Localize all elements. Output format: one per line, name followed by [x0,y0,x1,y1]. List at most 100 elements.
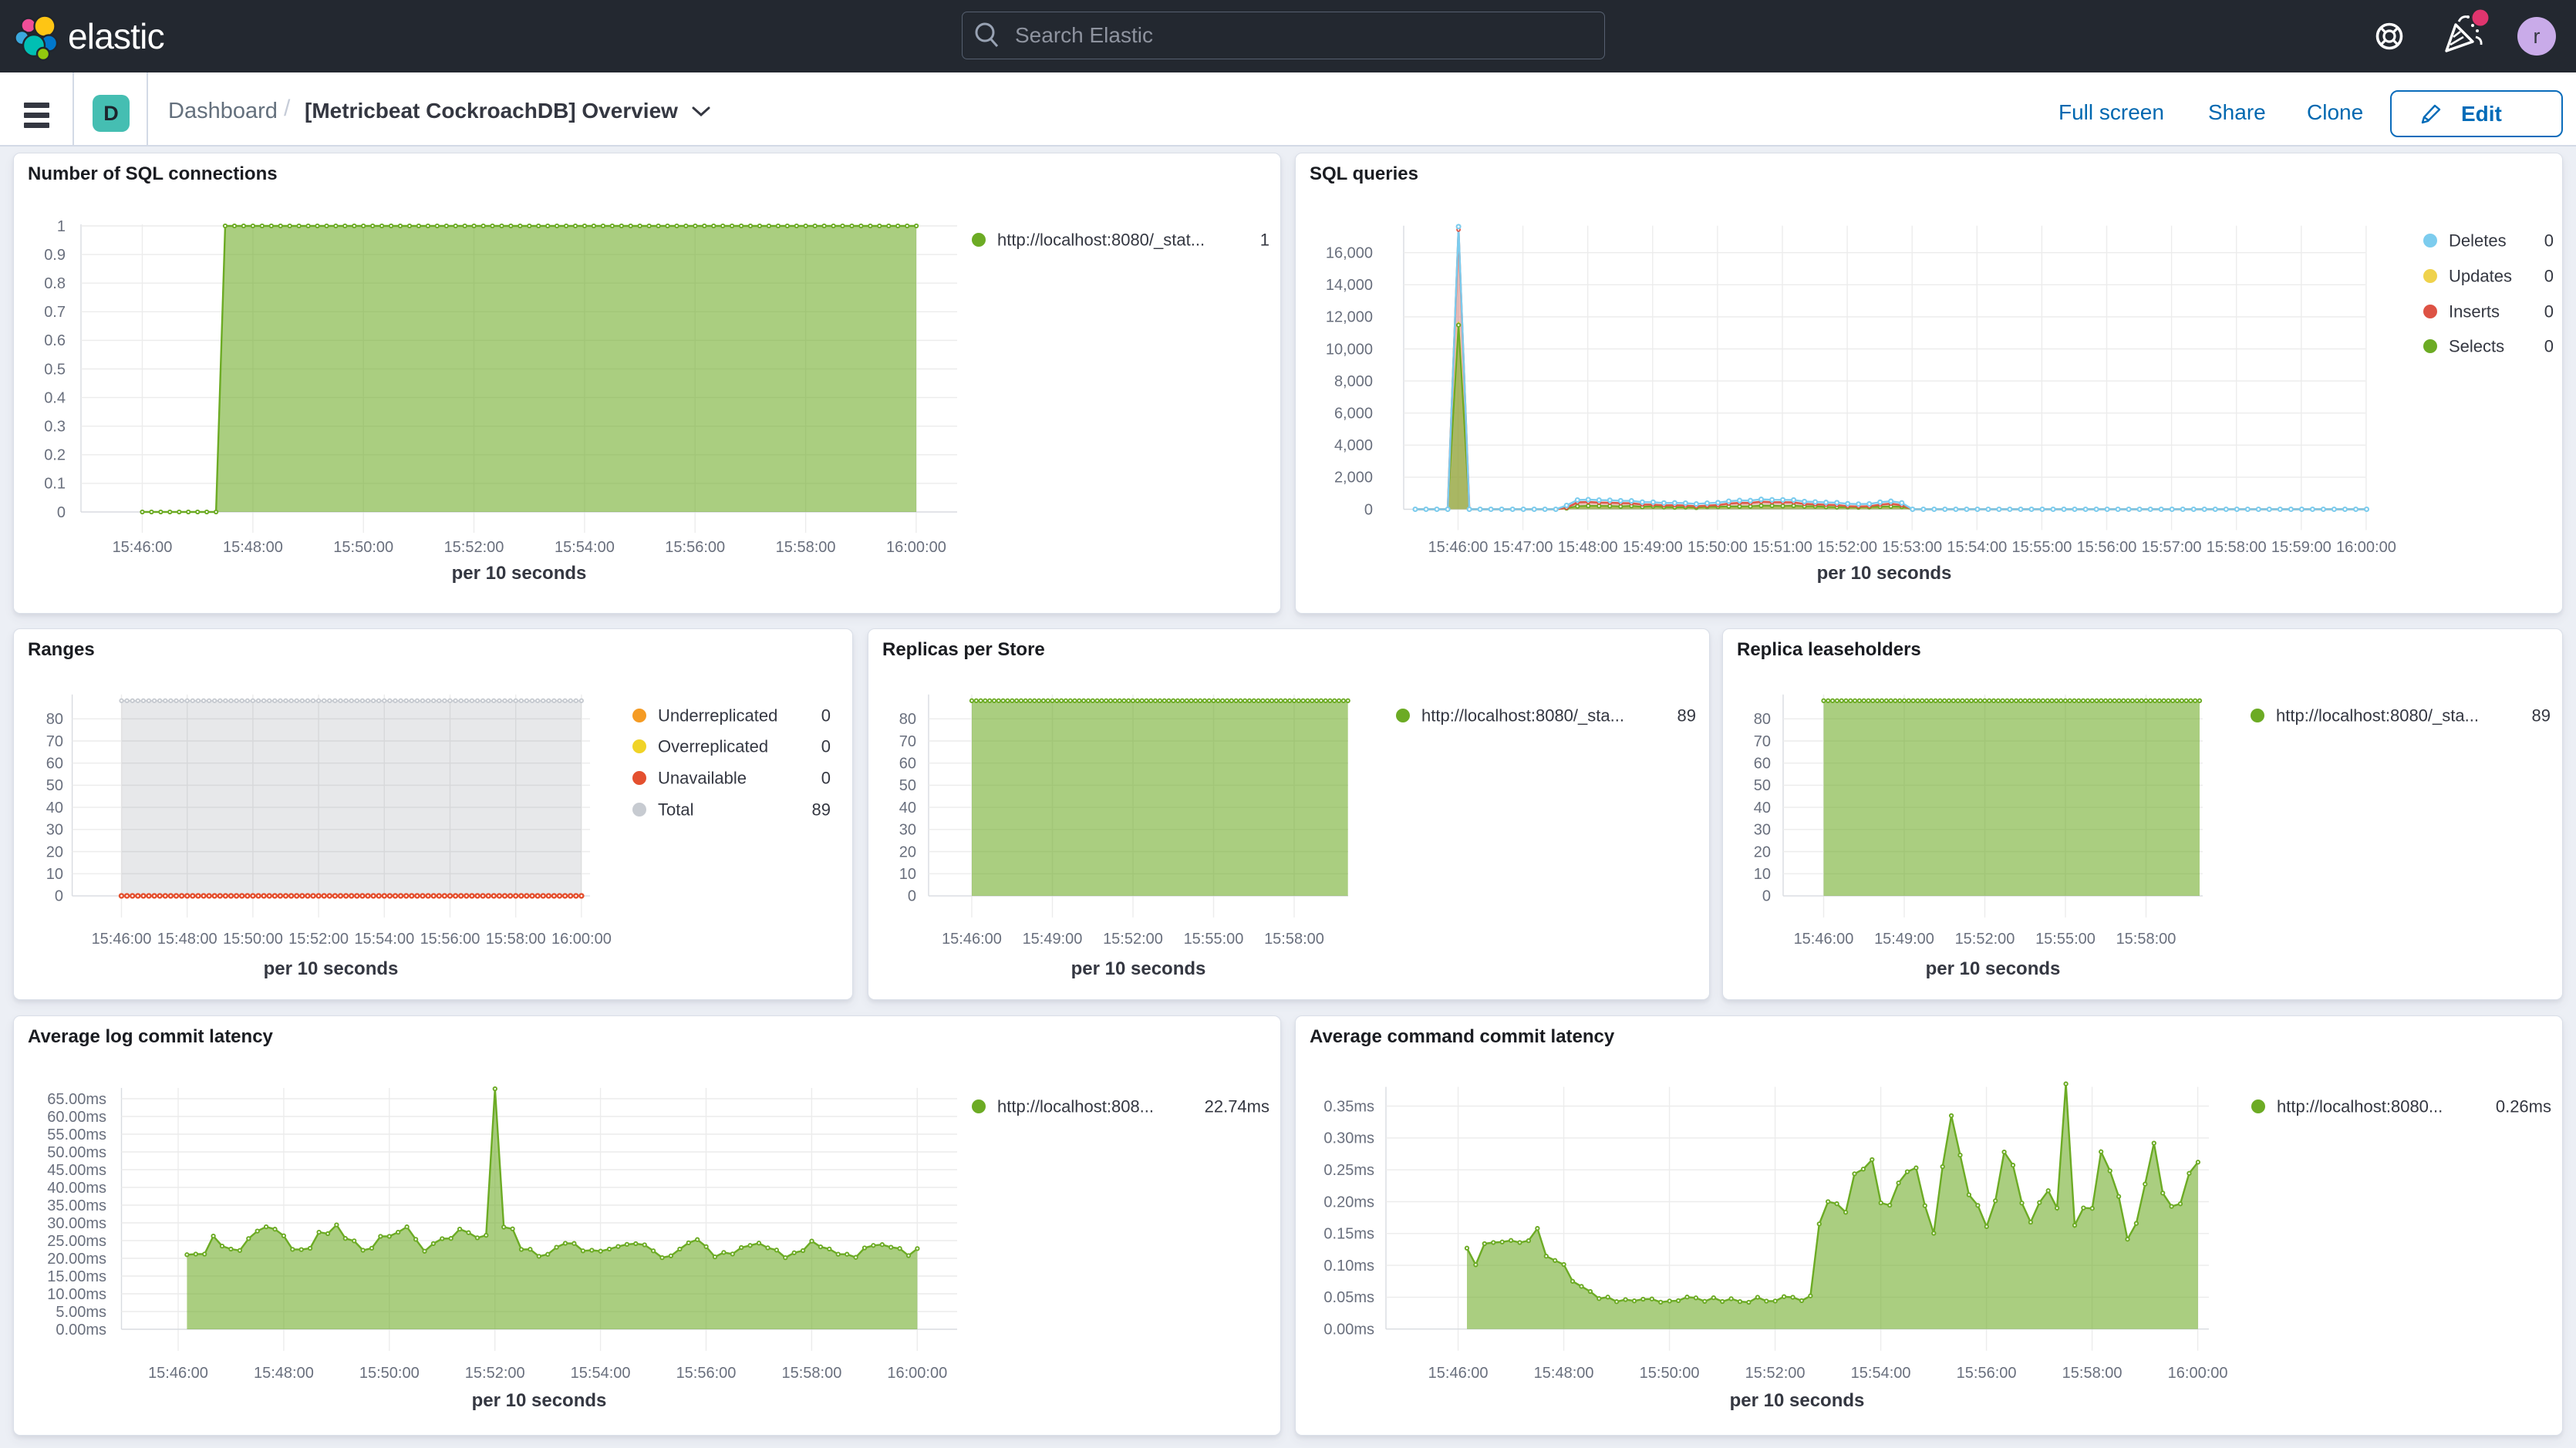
svg-text:0: 0 [1364,501,1373,518]
svg-text:70: 70 [46,733,63,750]
svg-text:55.00ms: 55.00ms [47,1126,106,1143]
svg-text:0.30ms: 0.30ms [1323,1130,1374,1147]
svg-text:15:54:00: 15:54:00 [571,1365,631,1382]
svg-text:per 10 seconds: per 10 seconds [472,1390,607,1411]
svg-text:22.74ms: 22.74ms [1205,1096,1269,1116]
svg-text:15:54:00: 15:54:00 [354,931,414,948]
svg-text:16:00:00: 16:00:00 [886,539,946,556]
svg-text:0.6: 0.6 [44,332,66,349]
svg-text:http://localhost:808...: http://localhost:808... [997,1096,1154,1116]
svg-text:14,000: 14,000 [1326,277,1373,294]
svg-text:15:58:00: 15:58:00 [776,539,836,556]
svg-text:per 10 seconds: per 10 seconds [452,563,587,584]
svg-text:15:58:00: 15:58:00 [1264,931,1324,948]
svg-text:10: 10 [899,866,916,883]
svg-text:30: 30 [46,822,63,839]
svg-text:20: 20 [46,844,63,860]
svg-text:80: 80 [1754,711,1771,728]
svg-text:40.00ms: 40.00ms [47,1180,106,1197]
svg-text:15:58:00: 15:58:00 [781,1365,841,1382]
svg-text:15:51:00: 15:51:00 [1752,539,1812,556]
svg-text:0: 0 [2544,301,2554,321]
svg-text:15.00ms: 15.00ms [47,1268,106,1285]
svg-text:0: 0 [55,888,63,905]
svg-text:10: 10 [1754,866,1771,883]
svg-text:16:00:00: 16:00:00 [887,1365,947,1382]
svg-text:25.00ms: 25.00ms [47,1233,106,1250]
svg-text:70: 70 [1754,733,1771,750]
svg-text:12,000: 12,000 [1326,309,1373,326]
svg-text:0: 0 [57,504,66,521]
svg-text:15:56:00: 15:56:00 [2077,539,2137,556]
svg-text:20: 20 [899,844,916,860]
svg-text:15:49:00: 15:49:00 [1023,931,1083,948]
svg-text:0.25ms: 0.25ms [1323,1162,1374,1179]
svg-text:15:50:00: 15:50:00 [333,539,393,556]
svg-text:http://localhost:8080...: http://localhost:8080... [2277,1096,2443,1116]
svg-text:45.00ms: 45.00ms [47,1162,106,1179]
svg-text:15:46:00: 15:46:00 [942,931,1002,948]
svg-text:35.00ms: 35.00ms [47,1197,106,1214]
svg-text:60: 60 [46,756,63,773]
svg-text:15:48:00: 15:48:00 [1558,539,1618,556]
svg-text:15:50:00: 15:50:00 [1640,1365,1700,1382]
svg-text:0.1: 0.1 [44,476,66,493]
svg-text:60: 60 [899,756,916,773]
svg-text:60.00ms: 60.00ms [47,1109,106,1126]
svg-text:Underreplicated: Underreplicated [658,705,777,725]
svg-text:89: 89 [1677,705,1696,725]
svg-text:15:52:00: 15:52:00 [288,931,349,948]
svg-text:Updates: Updates [2449,266,2512,285]
svg-text:15:48:00: 15:48:00 [254,1365,314,1382]
svg-text:89: 89 [2532,705,2551,725]
svg-text:15:52:00: 15:52:00 [1103,931,1163,948]
svg-text:1: 1 [1260,230,1269,249]
svg-text:0.3: 0.3 [44,419,66,436]
svg-text:15:50:00: 15:50:00 [1688,539,1748,556]
svg-text:15:54:00: 15:54:00 [1947,539,2007,556]
svg-text:5.00ms: 5.00ms [56,1304,106,1321]
svg-text:0.00ms: 0.00ms [1323,1322,1374,1339]
svg-text:0: 0 [821,736,831,756]
svg-text:0.35ms: 0.35ms [1323,1098,1374,1115]
svg-text:0.9: 0.9 [44,247,66,264]
svg-text:Overreplicated: Overreplicated [658,736,768,756]
svg-text:15:56:00: 15:56:00 [665,539,725,556]
svg-text:15:52:00: 15:52:00 [1817,539,1877,556]
svg-text:Selects: Selects [2449,336,2504,355]
svg-text:30.00ms: 30.00ms [47,1215,106,1232]
svg-text:0.2: 0.2 [44,447,66,464]
svg-text:per 10 seconds: per 10 seconds [1926,958,2061,979]
svg-text:per 10 seconds: per 10 seconds [1071,958,1206,979]
svg-text:http://localhost:8080/_sta...: http://localhost:8080/_sta... [1421,705,1624,725]
svg-text:50: 50 [46,777,63,794]
svg-text:80: 80 [46,711,63,728]
svg-text:0: 0 [1762,888,1771,905]
svg-text:0: 0 [2544,266,2554,285]
svg-text:50: 50 [1754,777,1771,794]
svg-text:15:49:00: 15:49:00 [1874,931,1934,948]
svg-text:1: 1 [57,218,66,235]
svg-text:15:52:00: 15:52:00 [444,539,504,556]
svg-text:0: 0 [821,768,831,787]
svg-text:40: 40 [1754,800,1771,817]
svg-text:http://localhost:8080/_sta...: http://localhost:8080/_sta... [2276,705,2479,725]
svg-text:30: 30 [1754,822,1771,839]
svg-text:15:46:00: 15:46:00 [113,539,173,556]
svg-text:15:46:00: 15:46:00 [148,1365,208,1382]
svg-text:89: 89 [812,800,831,819]
svg-text:15:55:00: 15:55:00 [2011,539,2072,556]
svg-text:80: 80 [899,711,916,728]
svg-text:Deletes: Deletes [2449,231,2507,250]
svg-text:4,000: 4,000 [1334,437,1373,454]
svg-text:15:48:00: 15:48:00 [157,931,217,948]
svg-text:per 10 seconds: per 10 seconds [264,958,399,979]
svg-text:16,000: 16,000 [1326,245,1373,262]
svg-text:0.5: 0.5 [44,361,66,378]
svg-text:15:57:00: 15:57:00 [2142,539,2202,556]
svg-text:16:00:00: 16:00:00 [2336,539,2396,556]
svg-text:15:54:00: 15:54:00 [1851,1365,1911,1382]
svg-text:16:00:00: 16:00:00 [551,931,612,948]
svg-text:0: 0 [2544,336,2554,355]
svg-text:15:58:00: 15:58:00 [2116,931,2176,948]
